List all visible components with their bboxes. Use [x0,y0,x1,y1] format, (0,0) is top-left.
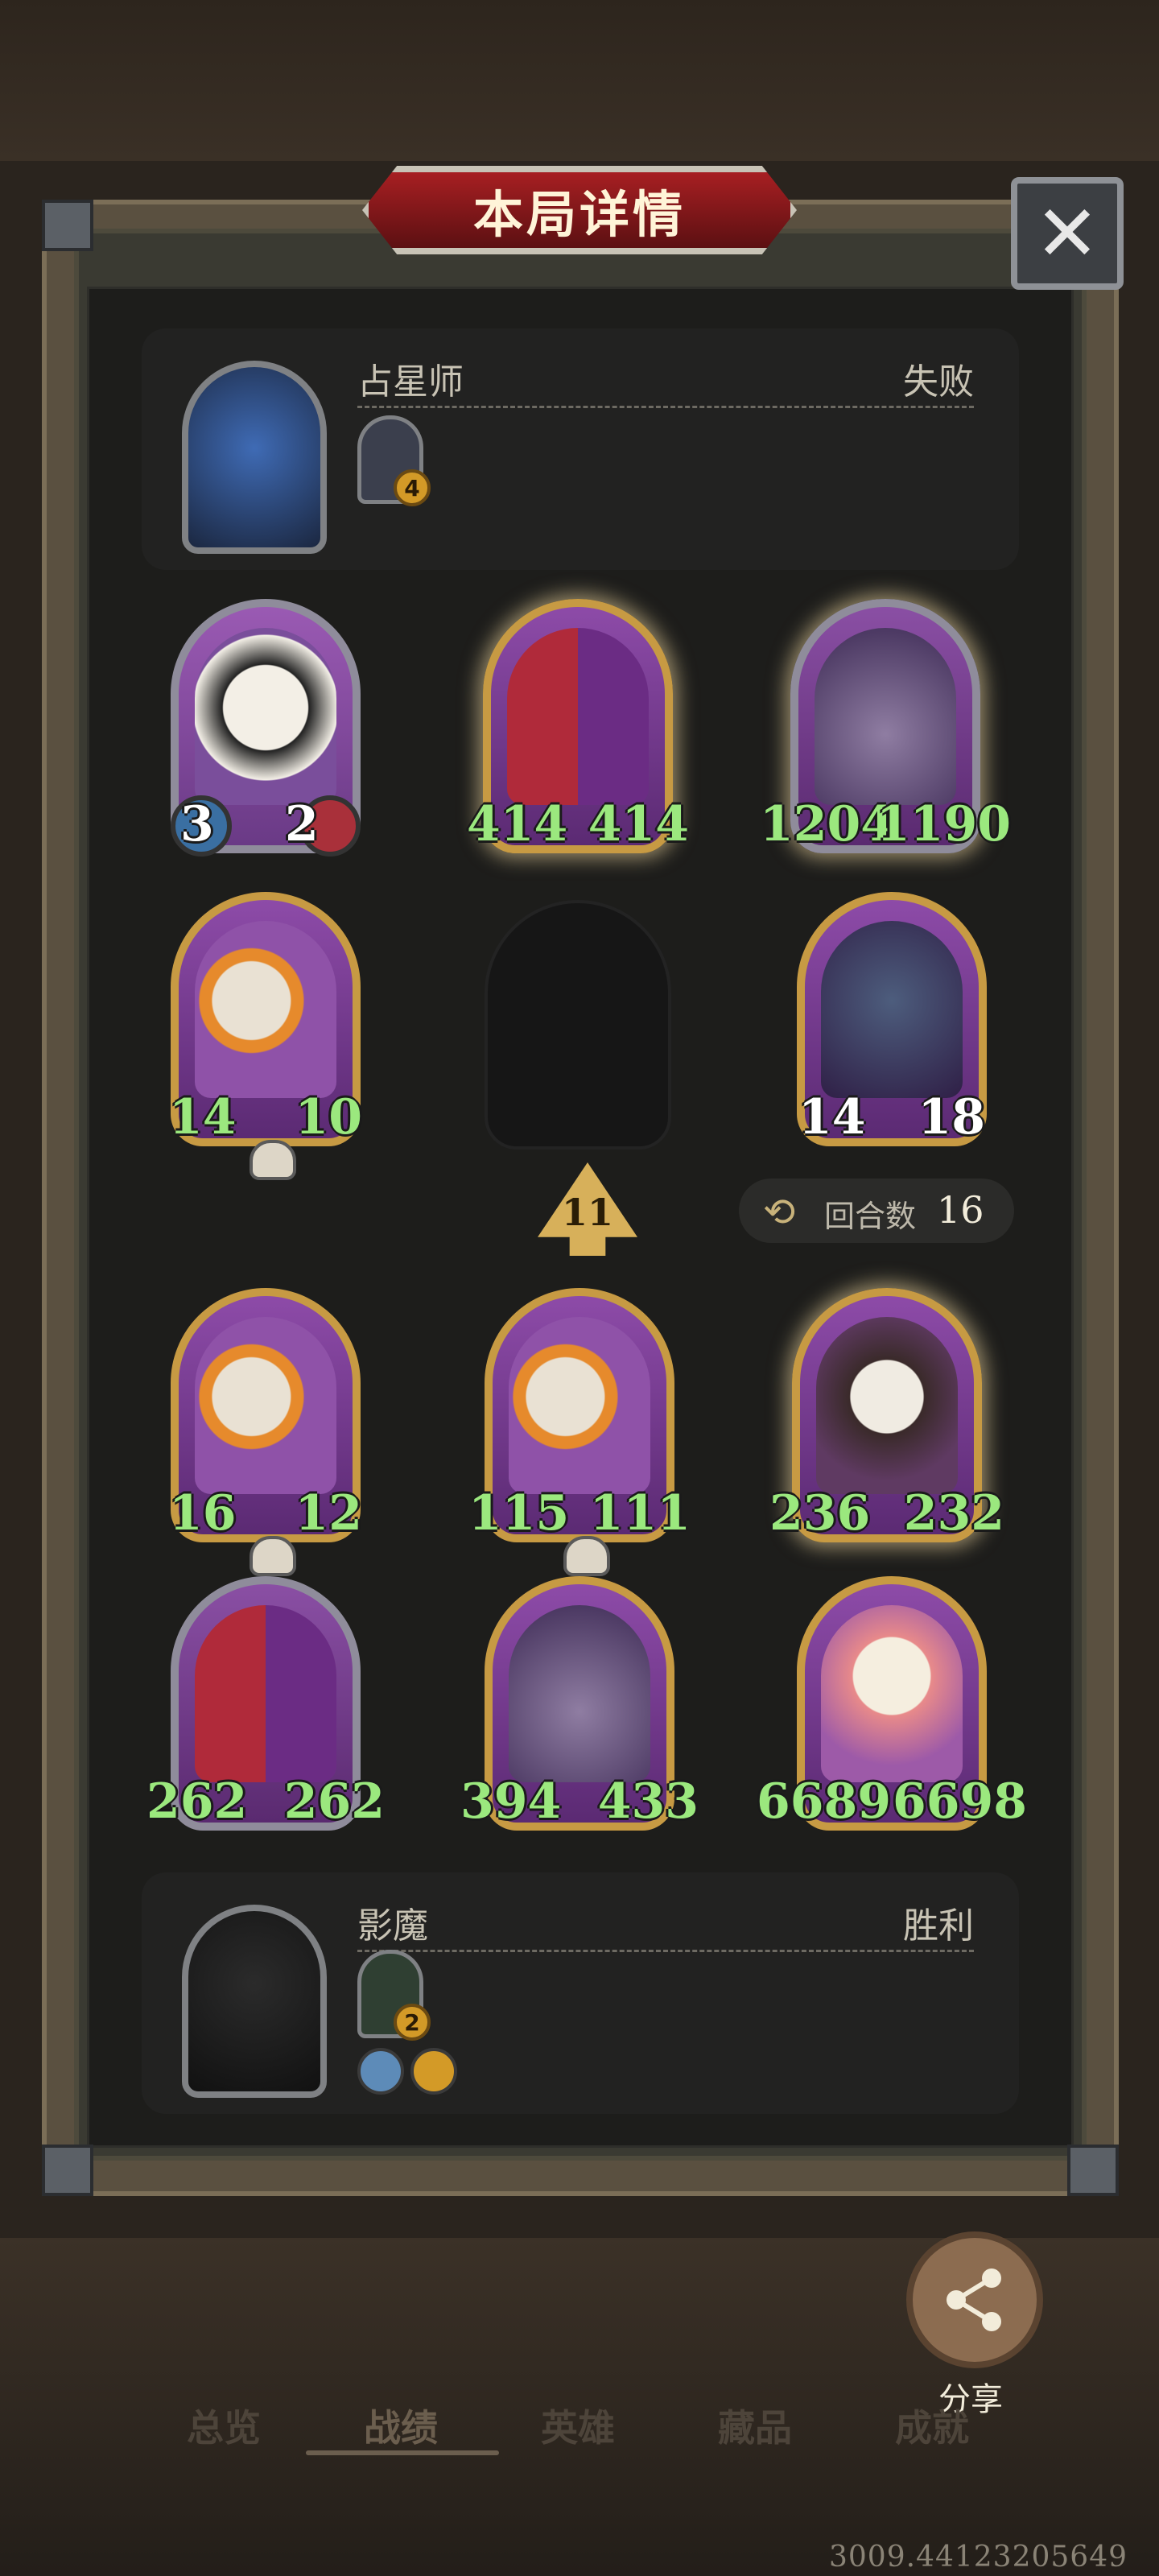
card-art [821,1605,963,1782]
active-tab-indicator [306,2450,499,2455]
refresh-icon: ⟲ [763,1190,796,1235]
opponent-card-1[interactable]: 3 2 [171,599,361,857]
skull-icon [250,1536,296,1576]
card-attack: 14 [169,1089,237,1146]
footer-coordinates: 3009.44123205649 [829,2541,1128,2574]
card-health: 414 [588,796,689,852]
opponent-card-5[interactable]: 14 18 [797,892,987,1146]
card-health: 10 [295,1089,363,1146]
tab-heroes[interactable]: 英雄 [541,2399,615,2452]
bottom-tab-bar: 总览 战绩 英雄 藏品 成就 [0,2367,1159,2471]
card-health: 111 [589,1485,691,1542]
card-attack: 6689 [757,1773,891,1830]
gold-buff-icon[interactable] [410,2048,457,2095]
card-attack: 236 [769,1485,871,1542]
player-card-5[interactable]: 394 433 [460,1576,699,1831]
card-art [195,921,336,1098]
player-name: 影魔 [357,1905,428,1946]
tab-collection[interactable]: 藏品 [718,2399,792,2452]
share-button[interactable] [906,2231,1043,2368]
card-health: 12 [295,1485,363,1542]
player-card-4[interactable]: 262 262 [146,1576,385,1831]
card-attack: 14 [798,1089,866,1146]
relic-level-badge: 4 [394,469,431,506]
player-panel: 影魔 胜利 2 [142,1872,1019,2114]
card-art [509,1317,650,1494]
card-attack: 16 [169,1485,237,1542]
tab-achievements[interactable]: 成就 [895,2399,969,2452]
divider [357,1950,974,1952]
turns-value: 16 [937,1188,984,1232]
tab-record[interactable]: 战绩 [364,2399,438,2452]
card-art [815,628,956,805]
title-plate: 本局详情 [362,166,797,254]
card-art [195,1605,336,1782]
dialog-title: 本局详情 [472,185,686,244]
card-attack: 394 [460,1773,562,1830]
card-art [195,1317,336,1494]
card-art [509,1605,650,1782]
skull-icon [563,1536,610,1576]
sword-buff-icon[interactable] [357,2048,404,2095]
card-health: 6698 [893,1773,1027,1830]
frame-corner [42,2145,93,2196]
round-wave: 11 [561,1191,613,1234]
opponent-portrait[interactable] [182,361,327,554]
skull-icon [250,1140,296,1180]
card-attack: 115 [468,1485,570,1542]
top-background [0,0,1159,161]
opponent-card-3[interactable]: 1204 1190 [760,599,1011,853]
divider [357,406,974,408]
player-card-3[interactable]: 236 232 [769,1288,1004,1542]
card-attack: 3 [180,796,214,852]
opponent-card-2[interactable]: 414 414 [467,599,689,853]
turn-count-pill: ⟲ 回合数 16 [739,1179,1014,1243]
opponent-card-4[interactable]: 14 10 [169,892,362,1180]
player-card-6[interactable]: 6689 6698 [757,1576,1027,1831]
frame-corner [1067,2145,1119,2196]
player-card-1[interactable]: 16 12 [169,1288,362,1576]
card-art [816,1317,958,1494]
relic-level-badge: 2 [394,2004,431,2041]
close-icon: ✕ [1034,188,1100,279]
card-art [507,628,649,805]
card-attack: 262 [146,1773,248,1830]
card-health: 433 [597,1773,699,1830]
player-result: 胜利 [903,1905,974,1946]
share-icon [947,2268,1001,2331]
card-attack: 414 [467,796,568,852]
player-card-2[interactable]: 115 111 [468,1288,691,1576]
card-art [821,921,963,1098]
player-relic[interactable]: 2 [357,1950,431,2041]
player-portrait[interactable] [182,1905,327,2098]
card-health: 232 [903,1485,1004,1542]
card-art [195,628,336,805]
opponent-panel: 占星师 失败 4 [142,328,1019,570]
card-health: 2 [285,796,319,852]
card-health: 18 [918,1089,986,1146]
tab-overview[interactable]: 总览 [187,2399,261,2452]
empty-card-slot [485,900,671,1150]
card-health: 1190 [876,796,1011,852]
close-button[interactable]: ✕ [1011,177,1124,290]
turns-label: 回合数 [824,1199,917,1234]
opponent-name: 占星师 [357,361,464,402]
opponent-result: 失败 [903,361,974,402]
opponent-relic[interactable]: 4 [357,415,431,506]
card-health: 262 [283,1773,385,1830]
card-attack: 1204 [760,796,894,852]
frame-corner [42,200,93,251]
